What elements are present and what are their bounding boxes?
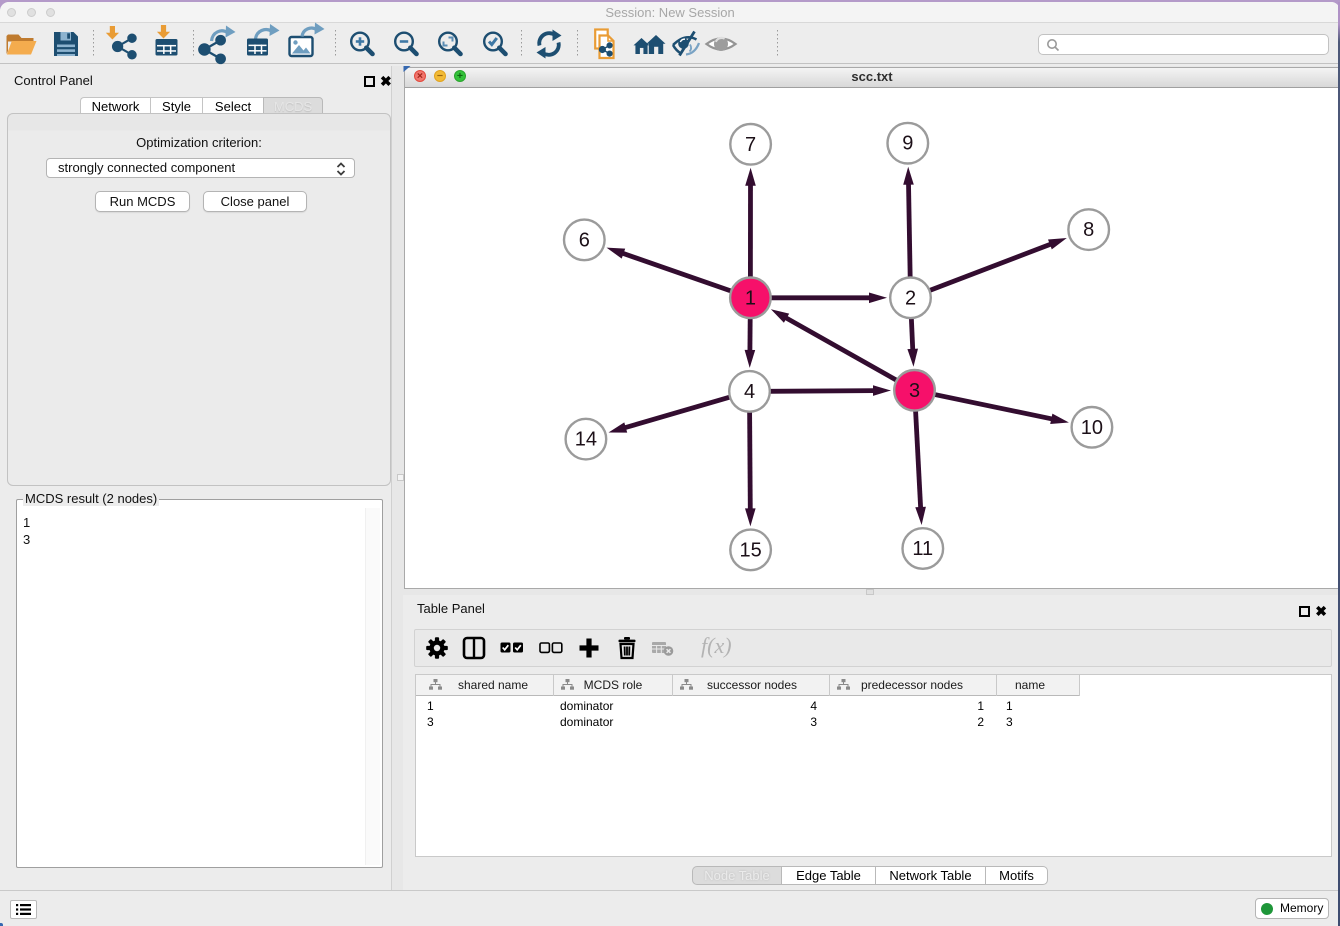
svg-text:11: 11 <box>912 538 933 560</box>
svg-text:1: 1 <box>745 287 756 309</box>
svg-text:7: 7 <box>745 134 756 156</box>
svg-text:14: 14 <box>575 429 597 451</box>
svg-text:2: 2 <box>905 287 916 309</box>
svg-text:4: 4 <box>744 381 755 403</box>
svg-text:3: 3 <box>909 380 920 402</box>
svg-text:10: 10 <box>1081 417 1103 439</box>
svg-text:6: 6 <box>579 229 590 251</box>
svg-text:9: 9 <box>902 133 913 155</box>
svg-text:15: 15 <box>739 539 761 561</box>
svg-text:8: 8 <box>1083 219 1094 241</box>
